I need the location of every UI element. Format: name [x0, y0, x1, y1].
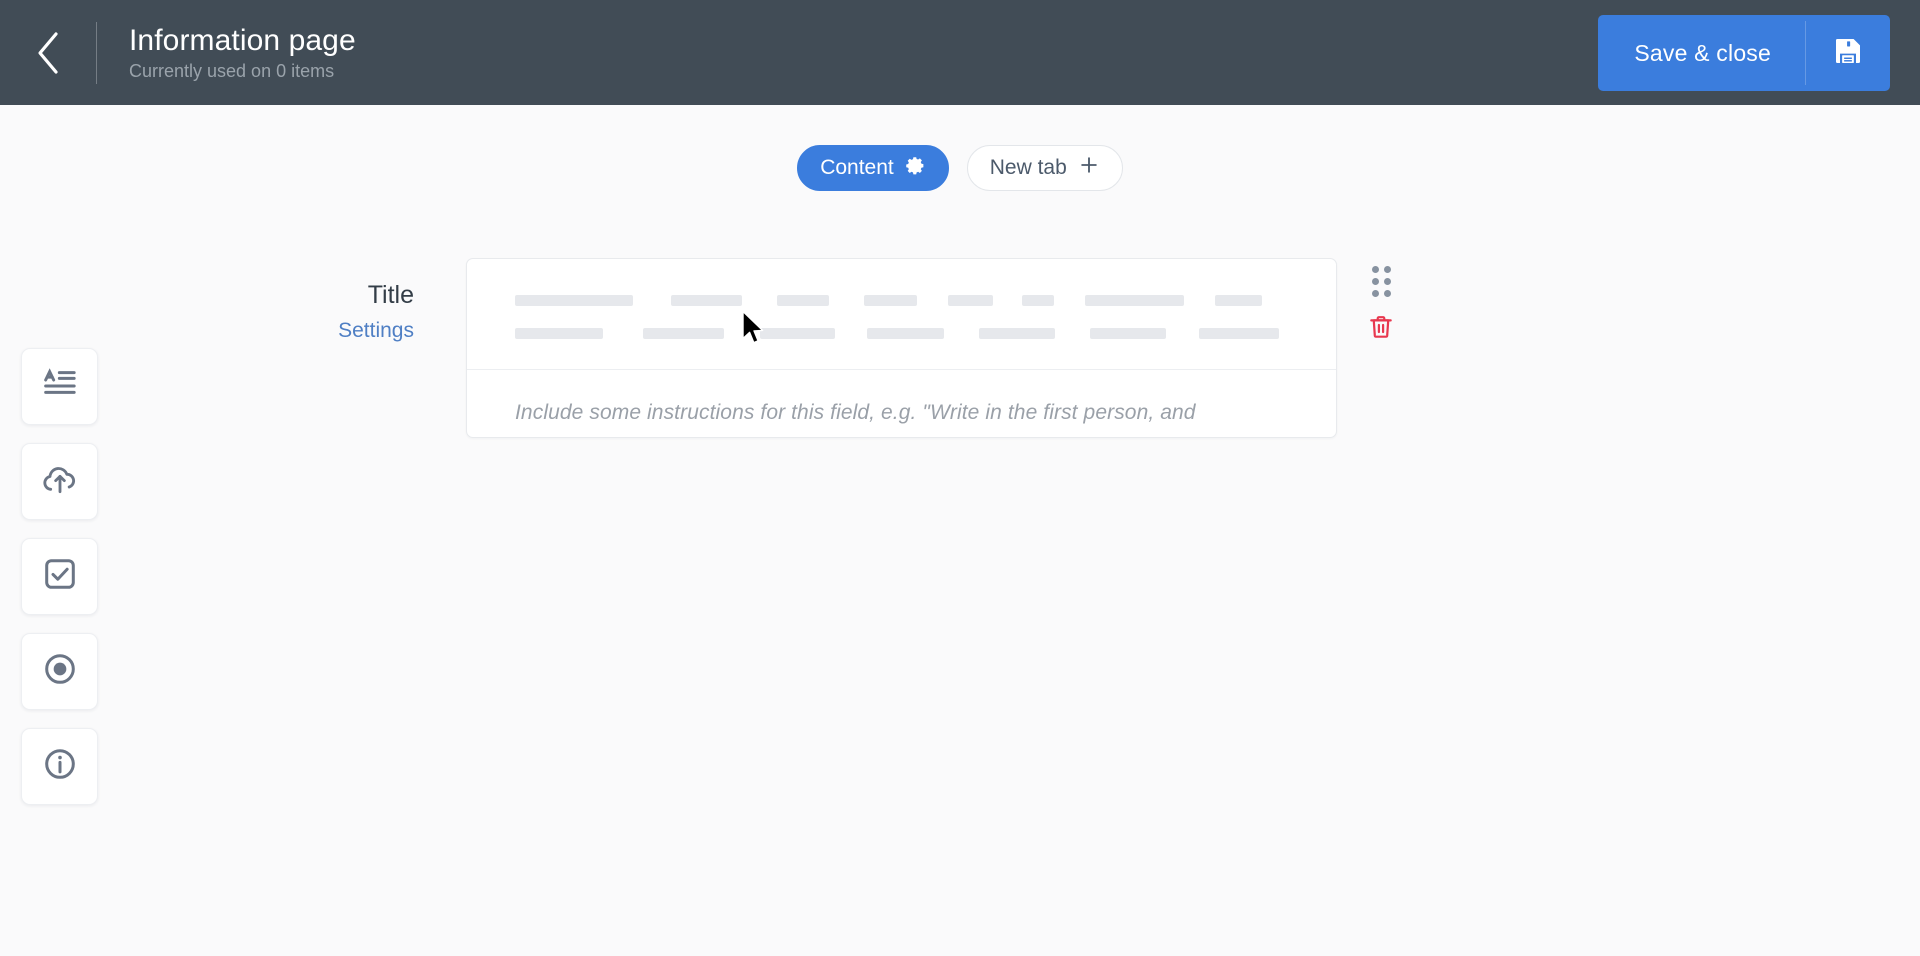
tab-new-tab[interactable]: New tab: [966, 145, 1123, 191]
drag-dot: [1371, 289, 1379, 297]
back-button[interactable]: [0, 0, 96, 105]
field-title-label: Title: [367, 281, 414, 309]
skeleton-bar: [948, 295, 993, 306]
skeleton-bar: [1022, 295, 1054, 306]
drag-dot: [1371, 277, 1379, 285]
skeleton-bar: [515, 328, 603, 339]
drag-dot: [1383, 289, 1391, 297]
header-text-block: Information page Currently used on 0 ite…: [97, 24, 356, 82]
field-settings-link[interactable]: Settings: [338, 319, 414, 342]
skeleton-bar: [864, 295, 917, 306]
field-label-column: Title Settings: [0, 258, 466, 342]
drag-dot: [1371, 265, 1379, 273]
plus-icon: [1078, 154, 1100, 182]
skeleton-bar: [643, 328, 724, 339]
drag-dot: [1383, 277, 1391, 285]
checkbox-field-tool[interactable]: [21, 538, 98, 615]
delete-field-button[interactable]: [1364, 312, 1398, 346]
tab-content-label: Content: [820, 156, 894, 179]
page-subtitle: Currently used on 0 items: [129, 61, 335, 82]
field-editor-row: Title Settings Include some instructions…: [0, 258, 1920, 438]
save-and-close-button[interactable]: Save & close: [1598, 15, 1890, 91]
skeleton-bar: [671, 295, 742, 306]
skeleton-row: [515, 295, 1288, 306]
floppy-disk-save-icon: [1832, 35, 1864, 72]
info-circle-icon: [41, 745, 79, 788]
skeleton-bar: [1085, 295, 1184, 306]
skeleton-bar: [1215, 295, 1262, 306]
skeleton-bar: [760, 328, 835, 339]
skeleton-placeholder-area: [467, 259, 1336, 370]
chevron-left-icon: [34, 30, 62, 76]
tab-content[interactable]: Content: [797, 145, 949, 191]
trash-delete-icon: [1367, 313, 1395, 346]
field-instructions-placeholder[interactable]: Include some instructions for this field…: [467, 370, 1336, 437]
field-preview-card[interactable]: Include some instructions for this field…: [466, 258, 1337, 438]
save-and-close-label: Save & close: [1634, 39, 1771, 66]
page-title: Information page: [129, 23, 356, 57]
checkbox-icon: [41, 555, 79, 598]
skeleton-bar: [979, 328, 1055, 339]
drag-handle-dots-icon[interactable]: [1366, 265, 1396, 297]
skeleton-bar: [515, 295, 633, 306]
tab-new-tab-label: New tab: [989, 156, 1067, 179]
upload-field-tool[interactable]: [21, 443, 98, 520]
skeleton-bar: [1199, 328, 1279, 339]
radio-field-tool[interactable]: [21, 633, 98, 710]
tab-bar: Content New tab: [0, 145, 1920, 191]
skeleton-bar: [1090, 328, 1166, 339]
cloud-upload-icon: [40, 459, 80, 504]
gear-icon: [905, 155, 926, 182]
save-icon-button[interactable]: [1806, 15, 1890, 91]
field-action-column: [1337, 258, 1398, 346]
skeleton-bar: [867, 328, 944, 339]
drag-dot: [1383, 265, 1391, 273]
skeleton-row: [515, 328, 1288, 339]
skeleton-bar: [777, 295, 829, 306]
radio-button-icon: [41, 650, 79, 693]
info-field-tool[interactable]: [21, 728, 98, 805]
app-header: Information page Currently used on 0 ite…: [0, 0, 1920, 105]
